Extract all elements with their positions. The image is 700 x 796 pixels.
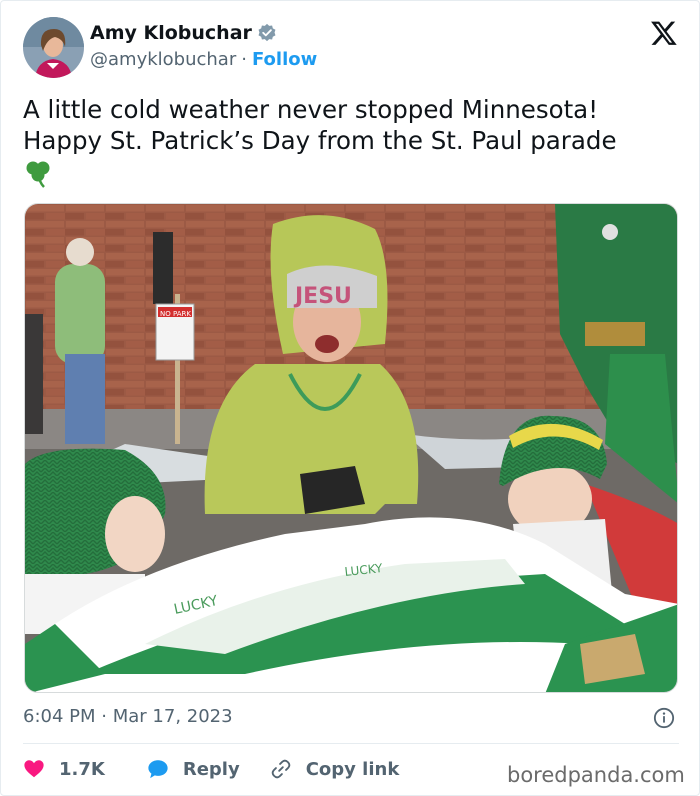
copy-link-label: Copy link [305,758,400,780]
heart-icon [24,760,44,778]
tweet-date: Mar 17, 2023 [112,706,233,727]
avatar[interactable] [23,17,84,78]
x-logo-icon[interactable] [650,19,678,47]
tweet-card: Amy Klobuchar @amyklobuchar · Follow A l… [0,0,700,796]
reply-button[interactable]: Reply [147,758,240,780]
tweet-text: A little cold weather never stopped Minn… [23,94,683,195]
tweet-text-line-1: A little cold weather never stopped Minn… [23,95,599,124]
hat-text: JESU [293,284,352,309]
action-bar: 1.7K Reply Copy link [23,758,399,780]
verified-badge-icon [258,23,276,42]
reply-icon [148,760,168,779]
shamrock-emoji: ☘️ [23,158,53,195]
like-count: 1.7K [59,758,105,780]
watermark: boredpanda.com [507,763,685,787]
copy-link-button[interactable]: Copy link [270,758,400,780]
timestamp-separator: · [101,706,107,727]
tweet-timestamp[interactable]: 6:04 PM · Mar 17, 2023 [23,706,233,727]
shamrock-icon [26,161,50,188]
author-name[interactable]: Amy Klobuchar [90,22,252,44]
follow-button[interactable]: Follow [252,49,317,70]
tweet-photo[interactable]: NO PARK JESU LUCKY LUCKY [24,203,678,693]
tweet-time: 6:04 PM [23,706,96,727]
reply-label: Reply [182,758,240,780]
tweet-text-line-2: Happy St. Patrick’s Day from the St. Pau… [23,126,617,155]
link-icon [271,759,290,779]
like-button[interactable]: 1.7K [23,758,105,780]
author-handle[interactable]: @amyklobuchar [90,49,236,70]
divider [23,743,679,744]
info-icon[interactable] [653,707,675,729]
handle-separator: · [241,49,247,70]
parade-photo: NO PARK JESU LUCKY LUCKY [25,204,677,692]
author-name-row: Amy Klobuchar [90,22,277,44]
sign-text: NO PARK [160,310,191,318]
author-handle-row: @amyklobuchar · Follow [90,49,317,70]
